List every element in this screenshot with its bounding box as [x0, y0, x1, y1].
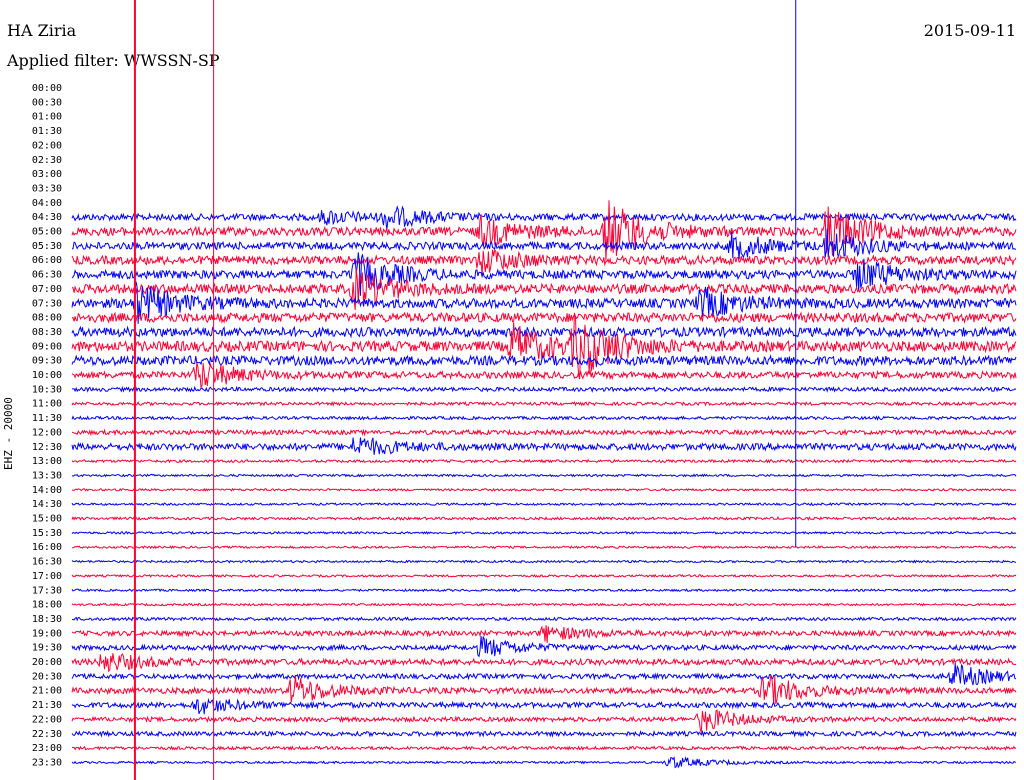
row-time-label: 11:30 — [32, 413, 62, 424]
row-time-label: 03:30 — [32, 183, 62, 194]
row-time-label: 01:30 — [32, 126, 62, 137]
row-time-label: 03:00 — [32, 169, 62, 180]
row-time-label: 23:30 — [32, 757, 62, 768]
row-time-label: 07:30 — [32, 298, 62, 309]
row-time-label: 00:30 — [32, 97, 62, 108]
row-time-label: 01:00 — [32, 112, 62, 123]
row-time-label: 12:00 — [32, 427, 62, 438]
row-time-label: 10:30 — [32, 384, 62, 395]
row-time-label: 10:00 — [32, 370, 62, 381]
row-time-label: 06:30 — [32, 270, 62, 281]
row-time-label: 09:00 — [32, 341, 62, 352]
row-time-label: 16:30 — [32, 557, 62, 568]
row-time-label: 02:00 — [32, 140, 62, 151]
row-time-label: 21:30 — [32, 700, 62, 711]
row-time-label: 04:30 — [32, 212, 62, 223]
row-time-label: 09:30 — [32, 356, 62, 367]
row-time-label: 08:30 — [32, 327, 62, 338]
row-time-label: 02:30 — [32, 155, 62, 166]
row-time-label: 06:00 — [32, 255, 62, 266]
row-time-label: 18:00 — [32, 600, 62, 611]
row-time-label: 22:30 — [32, 729, 62, 740]
row-time-label: 00:00 — [32, 83, 62, 94]
row-time-label: 16:00 — [32, 542, 62, 553]
row-time-label: 05:00 — [32, 227, 62, 238]
row-time-label: 17:30 — [32, 585, 62, 596]
row-time-label: 15:30 — [32, 528, 62, 539]
row-time-label: 05:30 — [32, 241, 62, 252]
row-time-label: 20:30 — [32, 671, 62, 682]
row-time-label: 20:00 — [32, 657, 62, 668]
row-time-label: 08:00 — [32, 313, 62, 324]
row-time-label: 15:00 — [32, 514, 62, 525]
row-time-label: 04:00 — [32, 198, 62, 209]
row-time-label: 14:00 — [32, 485, 62, 496]
row-time-label: 18:30 — [32, 614, 62, 625]
row-time-label: 13:30 — [32, 470, 62, 481]
row-time-label: 19:30 — [32, 643, 62, 654]
row-time-label: 19:00 — [32, 628, 62, 639]
row-time-label: 07:00 — [32, 284, 62, 295]
row-time-label: 23:00 — [32, 743, 62, 754]
row-time-label: 22:00 — [32, 714, 62, 725]
row-time-label: 12:30 — [32, 442, 62, 453]
row-time-label: 21:00 — [32, 686, 62, 697]
row-time-label: 13:00 — [32, 456, 62, 467]
row-time-label: 17:00 — [32, 571, 62, 582]
row-time-label: 14:30 — [32, 499, 62, 510]
row-time-label: 11:00 — [32, 399, 62, 410]
helicorder-plot: 00:00 00:30 01:00 01:30 02:00 02:30 03:00 03:30… — [32, 0, 1017, 780]
